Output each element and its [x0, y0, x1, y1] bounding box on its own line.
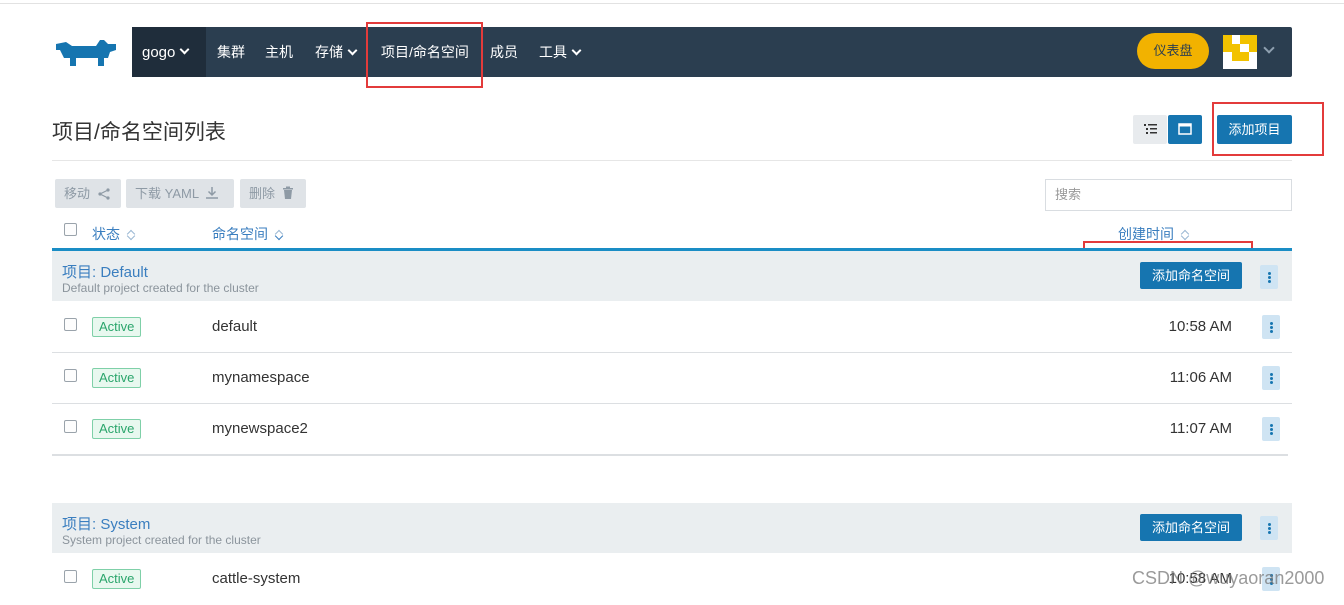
- namespace-name: default: [212, 318, 258, 335]
- nav-item-hosts[interactable]: 主机: [265, 27, 293, 77]
- table-row: Active mynewspace2 11:07 AM: [52, 404, 1292, 455]
- sort-icon: [275, 229, 282, 240]
- project-group-header: 项目: Default Default project created for …: [52, 251, 1292, 301]
- created-time: 11:07 AM: [1169, 420, 1232, 437]
- delete-button[interactable]: 删除: [240, 179, 306, 208]
- table-row: Active mynamespace 11:06 AM: [52, 353, 1292, 404]
- col-state-label: 状态: [92, 226, 120, 242]
- cluster-selector[interactable]: gogo: [132, 27, 206, 77]
- nav-item-members[interactable]: 成员: [490, 27, 518, 77]
- top-nav: gogo 集群 主机 存储 项目/命名空间 成员 工具 仪表盘: [132, 27, 1292, 77]
- row-checkbox[interactable]: [64, 369, 77, 382]
- cluster-name: gogo: [142, 43, 176, 61]
- nav-item-cluster[interactable]: 集群: [217, 27, 245, 77]
- more-actions-icon[interactable]: [1260, 516, 1278, 540]
- table-row: Active cattle-system 10:58 AM: [52, 554, 1292, 605]
- created-time: 11:06 AM: [1169, 369, 1232, 386]
- rancher-logo[interactable]: [52, 36, 122, 70]
- project-description: System project created for the cluster: [62, 533, 261, 547]
- status-badge: Active: [92, 368, 142, 388]
- more-actions-icon[interactable]: [1262, 417, 1280, 441]
- status-badge: Active: [92, 419, 142, 439]
- more-actions-icon[interactable]: [1262, 315, 1280, 339]
- col-namespace-label: 命名空间: [212, 226, 268, 242]
- col-created-label: 创建时间: [1118, 226, 1174, 242]
- folder-icon: [1178, 123, 1192, 135]
- dashboard-button[interactable]: 仪表盘: [1137, 33, 1209, 69]
- row-checkbox[interactable]: [64, 570, 77, 583]
- status-badge: Active: [92, 317, 142, 337]
- divider: [52, 160, 1292, 161]
- project-title[interactable]: 项目: System: [62, 513, 150, 534]
- sort-icon: [127, 229, 134, 240]
- chevron-down-icon: [571, 45, 582, 56]
- namespace-name: cattle-system: [212, 570, 301, 587]
- nav-item-storage[interactable]: 存储: [315, 27, 358, 77]
- add-namespace-button[interactable]: 添加命名空间: [1140, 262, 1242, 289]
- table-row: Active default 10:58 AM: [52, 302, 1292, 353]
- more-actions-icon[interactable]: [1262, 366, 1280, 390]
- project-description: Default project created for the cluster: [62, 281, 259, 295]
- nav-item-tools[interactable]: 工具: [539, 27, 582, 77]
- col-header-state[interactable]: 状态: [92, 224, 134, 244]
- group-divider: [52, 454, 1288, 456]
- nav-item-storage-label: 存储: [315, 44, 343, 60]
- chevron-down-icon: [179, 44, 190, 54]
- share-icon: [98, 188, 110, 200]
- chevron-down-icon[interactable]: [1263, 42, 1275, 54]
- namespace-name: mynewspace2: [212, 420, 308, 437]
- download-yaml-button[interactable]: 下载 YAML: [126, 179, 234, 208]
- more-actions-icon[interactable]: [1260, 265, 1278, 289]
- list-icon: [1144, 124, 1157, 134]
- project-group-header: 项目: System System project created for th…: [52, 503, 1292, 553]
- chevron-down-icon: [347, 45, 358, 56]
- select-all-checkbox[interactable]: [64, 223, 77, 236]
- list-view-button[interactable]: [1133, 115, 1167, 144]
- row-checkbox[interactable]: [64, 420, 77, 433]
- download-icon: [206, 187, 219, 199]
- status-badge: Active: [92, 569, 142, 589]
- card-view-button[interactable]: [1168, 115, 1202, 144]
- page-title: 项目/命名空间列表: [52, 121, 226, 144]
- add-project-button[interactable]: 添加项目: [1217, 115, 1292, 144]
- move-button[interactable]: 移动: [55, 179, 121, 208]
- trash-icon: [282, 186, 293, 199]
- top-border: [0, 0, 1344, 4]
- delete-label: 删除: [249, 186, 276, 201]
- download-label: 下载 YAML: [135, 186, 199, 201]
- row-checkbox[interactable]: [64, 318, 77, 331]
- project-title[interactable]: 项目: Default: [62, 261, 148, 282]
- highlight-box-nav: [366, 22, 483, 88]
- search-input[interactable]: 搜索: [1045, 179, 1292, 211]
- namespace-name: mynamespace: [212, 369, 310, 386]
- avatar[interactable]: [1223, 35, 1257, 69]
- col-header-namespace[interactable]: 命名空间: [212, 224, 282, 244]
- add-namespace-button[interactable]: 添加命名空间: [1140, 514, 1242, 541]
- sort-icon: [1181, 229, 1188, 240]
- watermark: CSDN @wuyaoran2000: [1132, 568, 1325, 588]
- created-time: 10:58 AM: [1168, 318, 1232, 335]
- col-header-created[interactable]: 创建时间: [1118, 224, 1188, 244]
- nav-item-tools-label: 工具: [539, 44, 567, 60]
- move-label: 移动: [64, 186, 91, 201]
